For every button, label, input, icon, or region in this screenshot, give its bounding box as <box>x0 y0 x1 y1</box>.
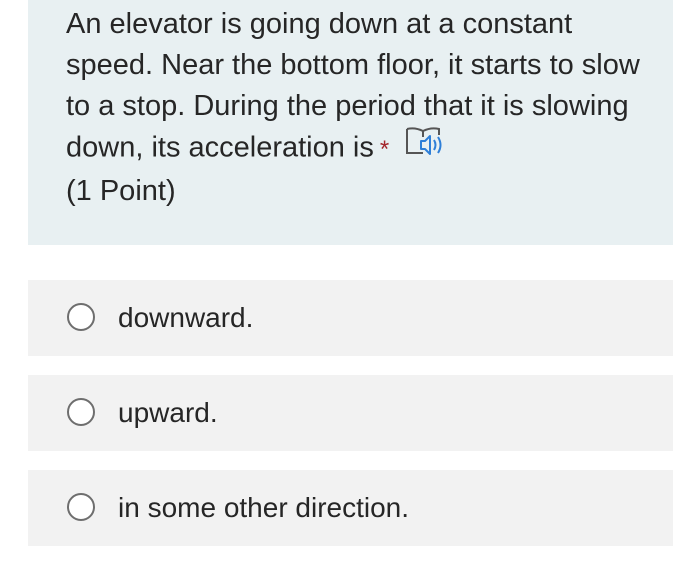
radio-button[interactable] <box>67 493 95 521</box>
quiz-page: An elevator is going down at a constant … <box>0 0 700 573</box>
question-card: An elevator is going down at a constant … <box>28 0 673 245</box>
question-text: An elevator is going down at a constant … <box>66 8 640 164</box>
points-label: (1 Point) <box>66 175 176 207</box>
option-upward[interactable]: upward. <box>28 375 673 451</box>
option-label: downward. <box>118 302 254 333</box>
radio-button[interactable] <box>67 303 95 331</box>
option-downward[interactable]: downward. <box>28 280 673 356</box>
option-label: upward. <box>118 397 218 428</box>
option-other-direction[interactable]: in some other direction. <box>28 470 673 546</box>
radio-button[interactable] <box>67 398 95 426</box>
immersive-reader-icon[interactable] <box>405 125 445 169</box>
question-text-block: An elevator is going down at a constant … <box>66 4 646 212</box>
option-label: in some other direction. <box>118 492 410 523</box>
required-mark: * <box>379 136 390 163</box>
